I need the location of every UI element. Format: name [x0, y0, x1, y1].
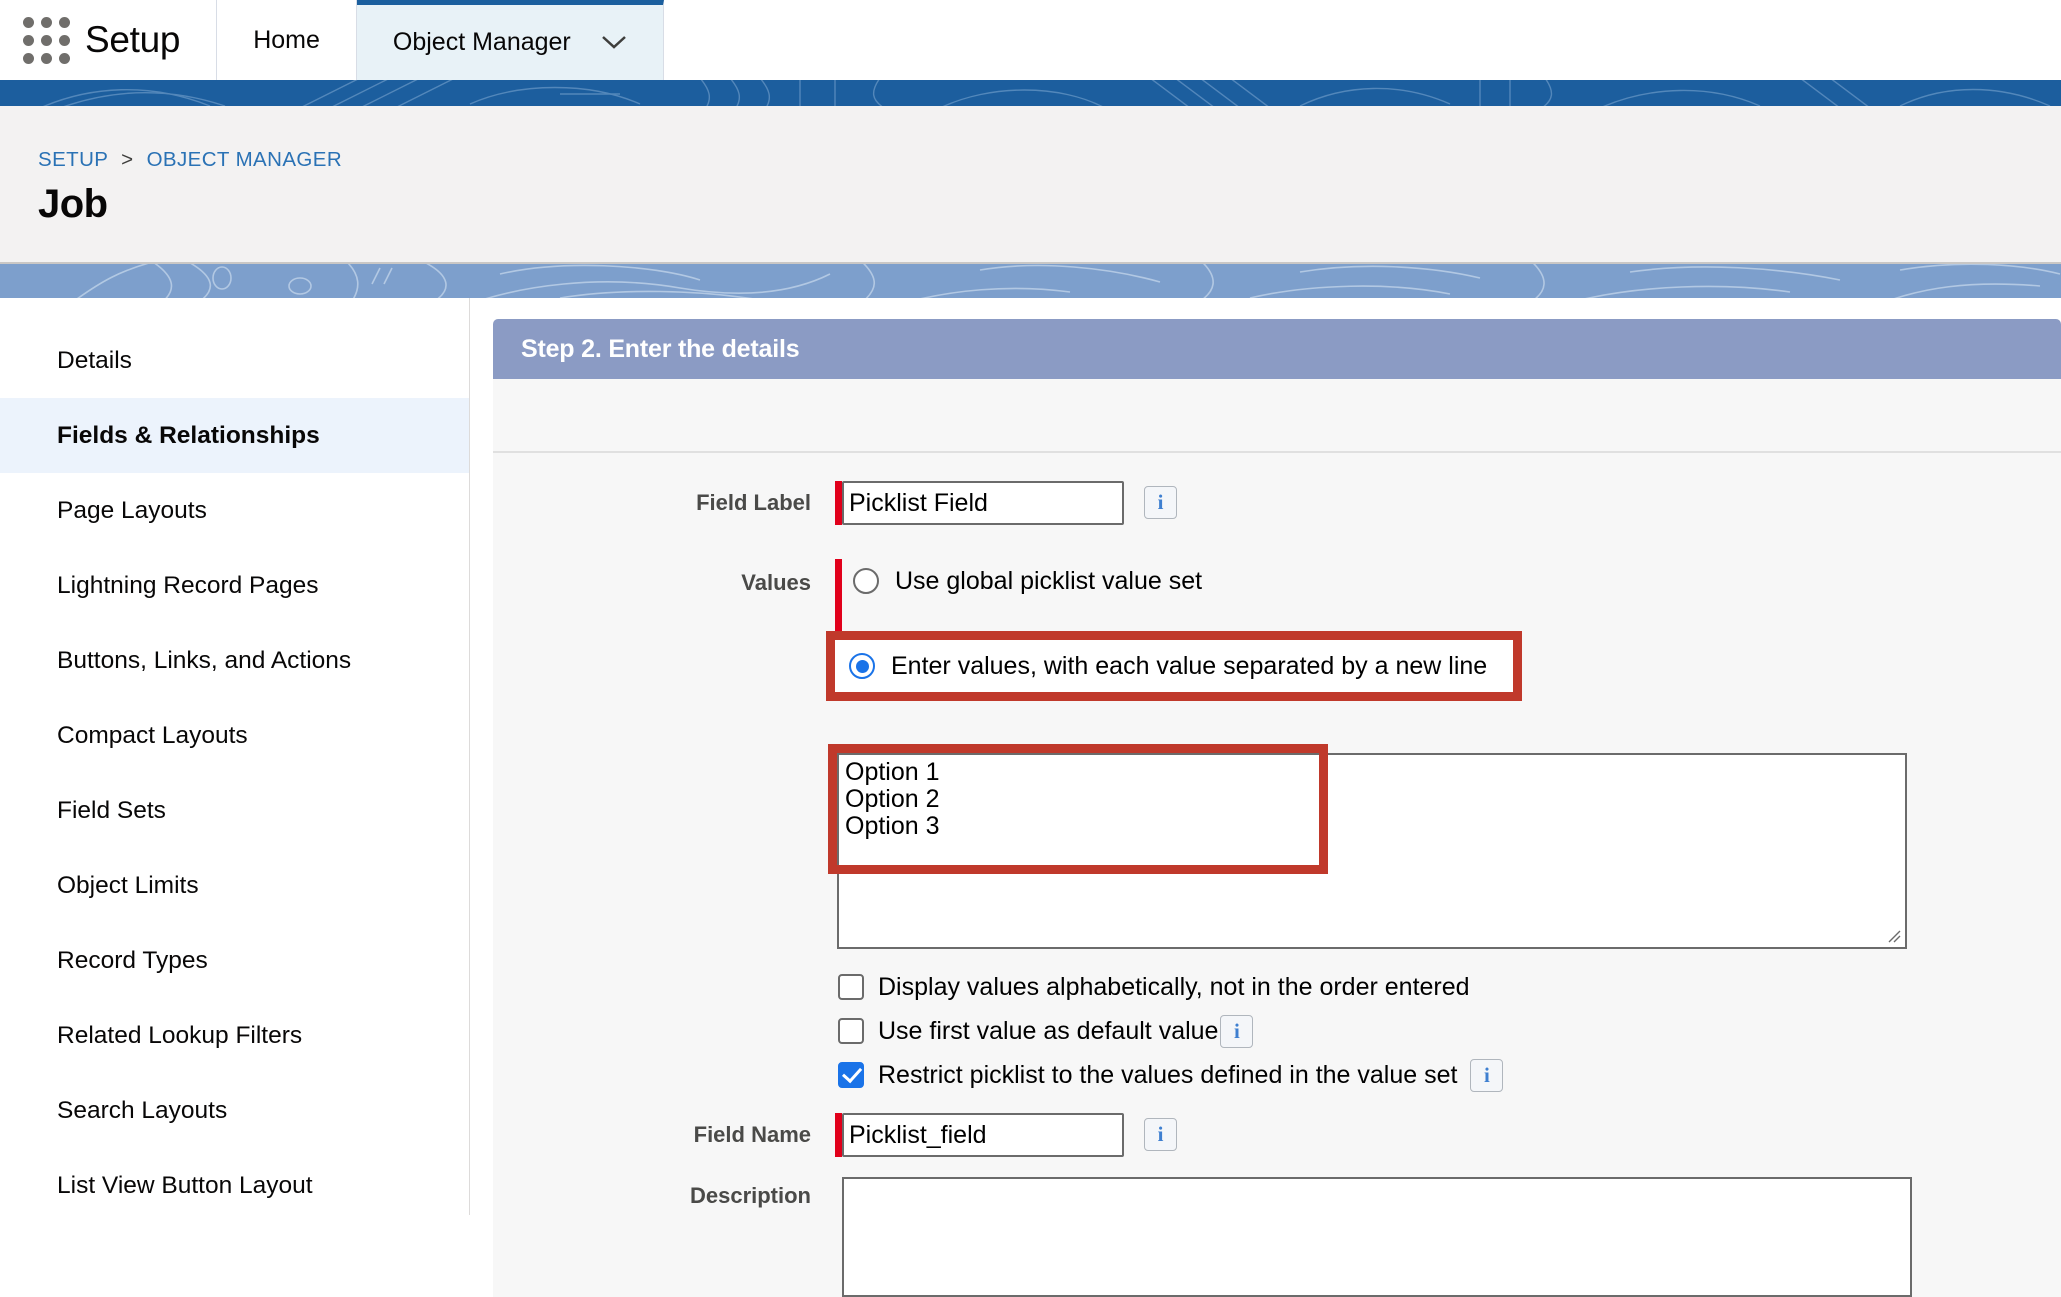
checkbox-row-display-alphabetically[interactable]: Display values alphabetically, not in th… [838, 965, 1503, 1009]
radio-option-global-picklist[interactable]: Use global picklist value set [853, 559, 1202, 603]
values-label: Values [493, 559, 835, 596]
setup-title: Setup [85, 0, 216, 80]
checkbox-display-alphabetically-icon[interactable] [838, 974, 864, 1000]
sidebar-item-label: Details [57, 347, 132, 375]
field-label-required-indicator [835, 481, 842, 525]
sidebar-item-field-sets[interactable]: Field Sets [0, 773, 469, 848]
restrict-picklist-info-icon[interactable]: i [1470, 1059, 1503, 1092]
form-row-field-name: Field Name i [493, 1113, 2061, 1157]
sidebar-item-search-layouts[interactable]: Search Layouts [0, 1073, 469, 1148]
checkbox-first-value-default-icon[interactable] [838, 1018, 864, 1044]
radio-global-picklist-icon[interactable] [853, 568, 879, 594]
sidebar-item-label: Buttons, Links, and Actions [57, 647, 351, 675]
step-header: Step 2. Enter the details [493, 319, 2061, 379]
description-textarea[interactable] [842, 1177, 1912, 1297]
picklist-values-textarea[interactable]: Option 1 Option 2 Option 3 [837, 753, 1907, 949]
tab-object-manager[interactable]: Object Manager [357, 0, 664, 80]
step-header-spacer [493, 379, 2061, 453]
first-value-default-info-icon[interactable]: i [1220, 1015, 1253, 1048]
sidebar-item-lightning-record-pages[interactable]: Lightning Record Pages [0, 548, 469, 623]
decorative-banner-top [0, 80, 2061, 106]
breadcrumb-item-object-manager[interactable]: OBJECT MANAGER [147, 148, 342, 171]
global-nav-tabs: Home Object Manager [217, 0, 664, 80]
sidebar-item-label: Record Types [57, 947, 208, 975]
tab-home[interactable]: Home [217, 0, 357, 80]
sidebar-item-label: List View Button Layout [57, 1172, 313, 1200]
checkbox-row-restrict-picklist[interactable]: Restrict picklist to the values defined … [838, 1053, 1503, 1097]
app-launcher-grid-icon [23, 17, 70, 64]
field-name-input[interactable] [842, 1113, 1124, 1157]
page-body: Details Fields & Relationships Page Layo… [0, 298, 2061, 1215]
radio-option-label: Enter values, with each value separated … [891, 652, 1487, 681]
checkbox-label: Restrict picklist to the values defined … [878, 1061, 1457, 1090]
sidebar-item-page-layouts[interactable]: Page Layouts [0, 473, 469, 548]
checkbox-label: Use first value as default value [878, 1017, 1218, 1046]
field-label-info-icon[interactable]: i [1144, 486, 1177, 519]
sidebar-item-list-view-button-layout[interactable]: List View Button Layout [0, 1148, 469, 1223]
tab-object-manager-label: Object Manager [393, 28, 571, 57]
main-content-panel: Step 2. Enter the details Field Label i … [471, 298, 2061, 1215]
annotation-box-enter-values: Enter values, with each value separated … [826, 631, 1522, 701]
chevron-down-icon [601, 28, 627, 57]
breadcrumb-separator: > [121, 148, 133, 171]
new-custom-field-wizard: Step 2. Enter the details Field Label i … [493, 319, 2061, 1297]
breadcrumb: SETUP > OBJECT MANAGER [38, 148, 2061, 172]
values-required-indicator [835, 559, 842, 637]
form-row-field-label: Field Label i [493, 481, 2061, 525]
breadcrumb-item-setup[interactable]: SETUP [38, 148, 108, 171]
field-name-info-icon[interactable]: i [1144, 1118, 1177, 1151]
sidebar-item-compact-layouts[interactable]: Compact Layouts [0, 698, 469, 773]
object-sidebar-nav: Details Fields & Relationships Page Layo… [0, 298, 470, 1215]
sidebar-item-object-limits[interactable]: Object Limits [0, 848, 469, 923]
sidebar-item-label: Field Sets [57, 797, 166, 825]
field-details-form: Field Label i Values [493, 453, 2061, 1297]
page-header: SETUP > OBJECT MANAGER Job [0, 106, 2061, 262]
form-row-values: Values Use global picklist value set [493, 559, 2061, 1097]
decorative-banner-bottom [0, 262, 2061, 298]
field-name-label: Field Name [493, 1113, 835, 1148]
sidebar-item-label: Page Layouts [57, 497, 207, 525]
step-header-title: Step 2. Enter the details [521, 335, 799, 364]
sidebar-item-fields-relationships[interactable]: Fields & Relationships [0, 398, 469, 473]
page-title: Job [38, 182, 2061, 227]
sidebar-item-label: Compact Layouts [57, 722, 248, 750]
global-header: Setup Home Object Manager [0, 0, 2061, 80]
radio-option-enter-values[interactable]: Enter values, with each value separated … [849, 644, 1487, 688]
sidebar-item-label: Lightning Record Pages [57, 572, 319, 600]
app-launcher-button[interactable] [0, 0, 85, 80]
sidebar-item-details[interactable]: Details [0, 323, 469, 398]
sidebar-item-buttons-links-actions[interactable]: Buttons, Links, and Actions [0, 623, 469, 698]
sidebar-item-label: Object Limits [57, 872, 199, 900]
description-label: Description [493, 1177, 835, 1209]
sidebar-item-label: Related Lookup Filters [57, 1022, 302, 1050]
sidebar-item-label: Fields & Relationships [57, 422, 320, 450]
form-row-description: Description [493, 1177, 2061, 1297]
tab-home-label: Home [253, 26, 320, 55]
sidebar-item-related-lookup-filters[interactable]: Related Lookup Filters [0, 998, 469, 1073]
radio-option-label: Use global picklist value set [895, 567, 1202, 596]
field-name-required-indicator [835, 1113, 842, 1157]
radio-enter-values-icon[interactable] [849, 653, 875, 679]
field-label-input[interactable] [842, 481, 1124, 525]
sidebar-item-record-types[interactable]: Record Types [0, 923, 469, 998]
checkbox-row-first-value-default[interactable]: Use first value as default value i [838, 1009, 1503, 1053]
sidebar-item-label: Search Layouts [57, 1097, 227, 1125]
field-label-label: Field Label [493, 481, 835, 516]
checkbox-label: Display values alphabetically, not in th… [878, 973, 1470, 1002]
checkbox-restrict-picklist-icon[interactable] [838, 1062, 864, 1088]
